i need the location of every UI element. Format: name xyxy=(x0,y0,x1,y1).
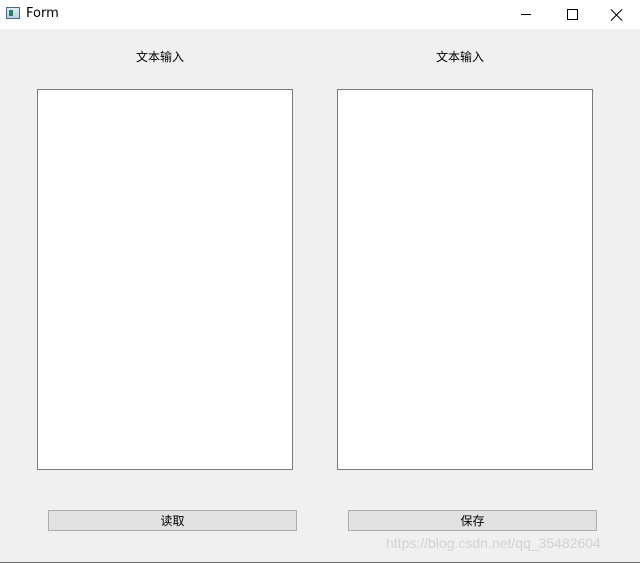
right-text-edit[interactable] xyxy=(337,89,593,470)
save-button[interactable]: 保存 xyxy=(348,510,597,531)
maximize-icon xyxy=(566,9,578,20)
left-text-input-label: 文本输入 xyxy=(135,50,184,64)
app-window-icon xyxy=(6,7,20,19)
right-text-input-label: 文本输入 xyxy=(435,50,484,64)
read-button[interactable]: 读取 xyxy=(48,510,297,531)
left-text-edit[interactable] xyxy=(37,89,293,470)
window-title: Form xyxy=(26,6,59,21)
title-bar[interactable]: Form xyxy=(0,0,640,29)
form-window: Form 文本输入 文本输入 读取 保存 https://blog.csdn.n… xyxy=(0,0,640,563)
close-button[interactable] xyxy=(594,0,640,29)
watermark-url: https://blog.csdn.net/qq_35482604 xyxy=(386,535,601,551)
maximize-button[interactable] xyxy=(549,0,595,29)
minimize-icon xyxy=(521,14,531,15)
close-icon xyxy=(611,9,623,21)
minimize-button[interactable] xyxy=(503,0,549,29)
